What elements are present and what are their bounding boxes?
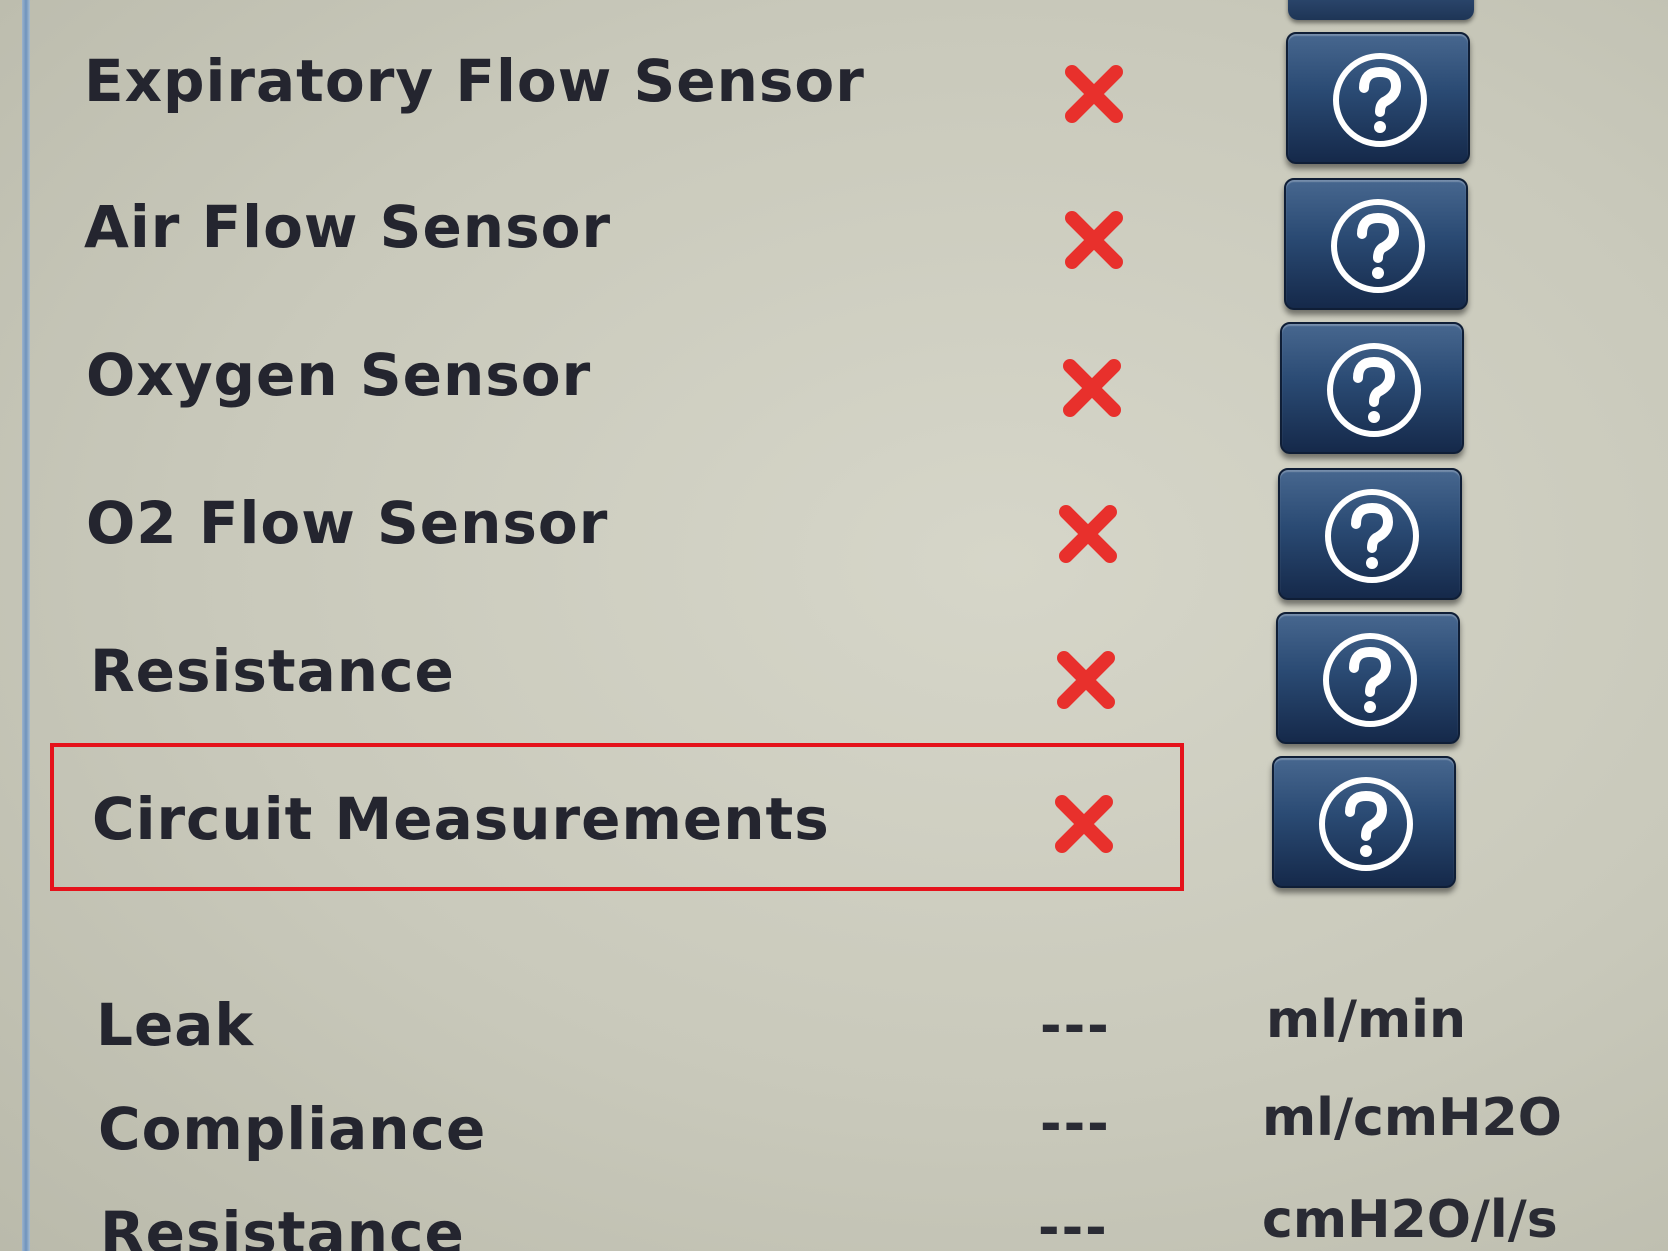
help-button[interactable] bbox=[1286, 32, 1470, 164]
measurement-value: --- bbox=[1040, 996, 1111, 1056]
red-x-icon bbox=[1059, 505, 1117, 563]
red-x-icon bbox=[1065, 65, 1123, 123]
red-x-icon bbox=[1057, 651, 1115, 709]
measurement-value: --- bbox=[1038, 1198, 1109, 1251]
red-x-icon bbox=[1065, 211, 1123, 269]
measurement-unit: ml/cmH2O bbox=[1262, 1088, 1562, 1148]
help-button[interactable] bbox=[1272, 756, 1456, 888]
checkout-screen: Expiratory Flow Sensor Air Flow Sensor O… bbox=[0, 0, 1668, 1251]
screen-left-border bbox=[22, 0, 30, 1251]
question-mark-icon bbox=[1333, 53, 1427, 147]
sensor-label: Expiratory Flow Sensor bbox=[84, 47, 865, 115]
question-mark-icon bbox=[1323, 633, 1417, 727]
measurement-label: Compliance bbox=[98, 1095, 487, 1163]
sensor-label: Air Flow Sensor bbox=[84, 193, 612, 261]
sensor-label: Oxygen Sensor bbox=[86, 341, 592, 409]
measurement-unit: ml/min bbox=[1266, 990, 1467, 1050]
measurement-unit: cmH2O/l/s bbox=[1262, 1190, 1558, 1250]
sensor-label: O2 Flow Sensor bbox=[86, 489, 609, 557]
sensor-label: Resistance bbox=[90, 637, 455, 705]
red-x-icon bbox=[1063, 359, 1121, 417]
measurement-value: --- bbox=[1040, 1094, 1111, 1154]
question-mark-icon bbox=[1331, 199, 1425, 293]
question-mark-icon bbox=[1325, 489, 1419, 583]
sensor-label: Circuit Measurements bbox=[92, 785, 830, 853]
red-x-icon bbox=[1055, 795, 1113, 853]
help-button[interactable] bbox=[1280, 322, 1464, 454]
help-button[interactable] bbox=[1278, 468, 1462, 600]
measurement-label: Resistance bbox=[100, 1199, 465, 1251]
question-mark-icon bbox=[1327, 343, 1421, 437]
help-button-partial[interactable] bbox=[1288, 0, 1474, 20]
help-button[interactable] bbox=[1276, 612, 1460, 744]
question-mark-icon bbox=[1319, 777, 1413, 871]
help-button[interactable] bbox=[1284, 178, 1468, 310]
measurement-label: Leak bbox=[96, 991, 255, 1059]
